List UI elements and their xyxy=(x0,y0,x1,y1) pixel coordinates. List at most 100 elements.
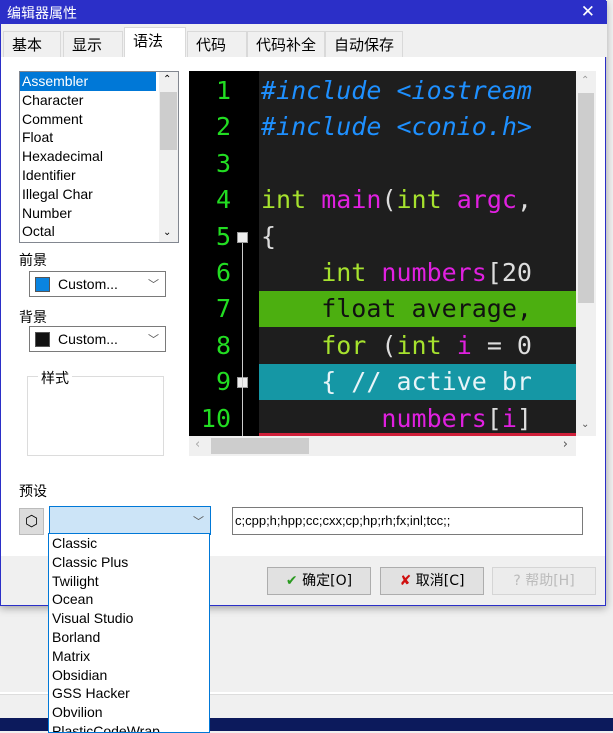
ok-label: 确定[O] xyxy=(302,573,353,589)
code-token: ( xyxy=(381,330,397,360)
syntax-list-item[interactable]: Float xyxy=(20,128,178,147)
list-scrollbar[interactable]: ⌃ ⌄ xyxy=(159,72,178,242)
background-value: Custom... xyxy=(58,331,118,347)
code-token: , xyxy=(516,185,532,215)
code-token: float average, xyxy=(261,294,532,324)
line-number: 8 xyxy=(215,330,231,360)
preset-option[interactable]: GSS Hacker xyxy=(49,684,209,703)
line-number: 7 xyxy=(215,294,231,324)
load-preset-icon[interactable]: ⬡ xyxy=(19,508,44,535)
tab-basic[interactable]: 基本 xyxy=(3,31,61,57)
preset-option[interactable]: Classic Plus xyxy=(49,553,209,572)
line-number: 1 xyxy=(215,76,231,105)
chevron-down-icon: ﹀ xyxy=(148,334,159,346)
preset-option[interactable]: Matrix xyxy=(49,647,209,666)
scroll-thumb[interactable] xyxy=(160,92,177,150)
syntax-list-item[interactable]: Character xyxy=(20,91,178,110)
foreground-label: 前景 xyxy=(19,253,47,269)
code-line: { // active br xyxy=(259,364,576,401)
preset-select[interactable]: ﹀ xyxy=(49,506,211,535)
preset-option[interactable]: Ocean xyxy=(49,590,209,609)
code-line: #include <iostream xyxy=(261,73,532,109)
cross-icon: ✘ xyxy=(399,573,412,589)
background-swatch xyxy=(35,332,50,347)
scroll-thumb[interactable] xyxy=(211,438,309,454)
preset-option[interactable]: Obvilion xyxy=(49,703,209,722)
editor-vertical-scrollbar[interactable]: ⌃ ⌄ xyxy=(576,71,596,436)
code-line: { xyxy=(261,219,276,255)
code-token: ( xyxy=(381,185,397,215)
ok-button[interactable]: ✔ 确定[O] xyxy=(267,567,371,595)
close-icon[interactable]: ✕ xyxy=(581,2,595,22)
foreground-swatch xyxy=(35,277,50,292)
fold-minus-icon[interactable] xyxy=(237,231,248,243)
scroll-right-icon[interactable]: › xyxy=(563,437,568,452)
title-bar: 编辑器属性 ✕ xyxy=(1,1,607,24)
tab-code[interactable]: 代码 xyxy=(187,31,247,57)
tab-syntax[interactable]: 语法 xyxy=(124,27,186,57)
code-line: numbers[i] xyxy=(261,401,532,436)
preset-option[interactable]: Visual Studio xyxy=(49,609,209,628)
preset-option[interactable]: Classic xyxy=(49,534,209,553)
preset-option[interactable]: Borland xyxy=(49,628,209,647)
syntax-list-item[interactable]: Illegal Char xyxy=(20,185,178,204)
code-line: #include <conio.h> xyxy=(261,109,532,145)
syntax-element-list[interactable]: Assembler Character Comment Float Hexadecima… xyxy=(19,71,179,243)
syntax-list-item[interactable]: Identifier xyxy=(20,166,178,185)
editor-horizontal-scrollbar[interactable]: ‹ › xyxy=(189,436,576,456)
code-token: numbers xyxy=(381,403,487,433)
scroll-up-icon[interactable]: ⌃ xyxy=(581,75,589,86)
help-label: 帮助[H] xyxy=(525,573,575,589)
line-number: 2 xyxy=(215,112,231,142)
syntax-list-item[interactable]: Octal xyxy=(20,222,178,241)
code-line: for (int i = 0 xyxy=(261,328,532,364)
background-label: 背景 xyxy=(19,310,47,326)
scroll-left-icon[interactable]: ‹ xyxy=(195,437,200,452)
dialog-title: 编辑器属性 xyxy=(7,6,77,22)
line-number: 6 xyxy=(215,258,231,287)
scroll-thumb[interactable] xyxy=(578,93,594,303)
preset-option[interactable]: Obsidian xyxy=(49,666,209,685)
chevron-down-icon: ﹀ xyxy=(193,515,204,528)
line-number: 9 xyxy=(215,367,231,397)
preset-option[interactable]: Twilight xyxy=(49,572,209,591)
help-button[interactable]: ? 帮助[H] xyxy=(492,567,596,595)
syntax-list-item[interactable]: Number xyxy=(20,204,178,223)
syntax-list-item[interactable]: Hexadecimal xyxy=(20,147,178,166)
syntax-list-item[interactable]: Assembler xyxy=(20,72,156,91)
cancel-button[interactable]: ✘ 取消[C] xyxy=(380,567,484,595)
tab-code-completion[interactable]: 代码补全 xyxy=(247,31,325,57)
tab-display[interactable]: 显示 xyxy=(63,31,123,57)
code-token: i xyxy=(456,330,472,360)
code-line: int main(int argc, xyxy=(261,182,532,218)
code-line: float average, xyxy=(259,291,576,328)
syntax-preview-editor[interactable]: 1 2 3 4 5 6 7 8 9 10 #include <iostream #include <… xyxy=(189,71,576,436)
foreground-color-select[interactable]: Custom... ﹀ xyxy=(29,271,166,297)
tab-bar: 基本 显示 语法 代码 代码补全 自动保存 xyxy=(1,24,607,57)
presets-label: 预设 xyxy=(19,484,47,500)
preset-dropdown-list[interactable]: Classic Classic Plus Twilight Ocean Visual S… xyxy=(48,533,210,733)
scroll-up-icon[interactable]: ⌃ xyxy=(163,74,171,85)
foreground-value: Custom... xyxy=(58,276,118,292)
line-number: 4 xyxy=(215,185,231,215)
tab-autosave[interactable]: 自动保存 xyxy=(325,31,403,57)
scroll-down-icon[interactable]: ⌄ xyxy=(163,227,171,238)
scroll-down-icon[interactable]: ⌄ xyxy=(581,419,589,430)
line-number: 3 xyxy=(215,148,231,178)
code-token: main xyxy=(321,185,382,215)
preset-option[interactable]: PlasticCodeWrap xyxy=(49,722,209,732)
file-extensions-input[interactable]: c;cpp;h;hpp;cc;cxx;cp;hp;rh;fx;inl;tcc;; xyxy=(232,507,583,535)
code-token: { // active br xyxy=(261,367,532,397)
style-groupbox: 样式 xyxy=(27,368,164,456)
help-icon: ? xyxy=(513,573,521,589)
background-color-select[interactable]: Custom... ﹀ xyxy=(29,326,166,352)
syntax-list-item[interactable]: Comment xyxy=(20,110,178,129)
line-number: 5 xyxy=(215,221,231,251)
code-token: argc xyxy=(456,185,517,215)
cancel-label: 取消[C] xyxy=(415,573,465,589)
code-token: int xyxy=(396,330,457,360)
code-token: int xyxy=(261,185,322,215)
chevron-down-icon: ﹀ xyxy=(148,279,159,291)
code-token: numbers xyxy=(381,258,487,287)
